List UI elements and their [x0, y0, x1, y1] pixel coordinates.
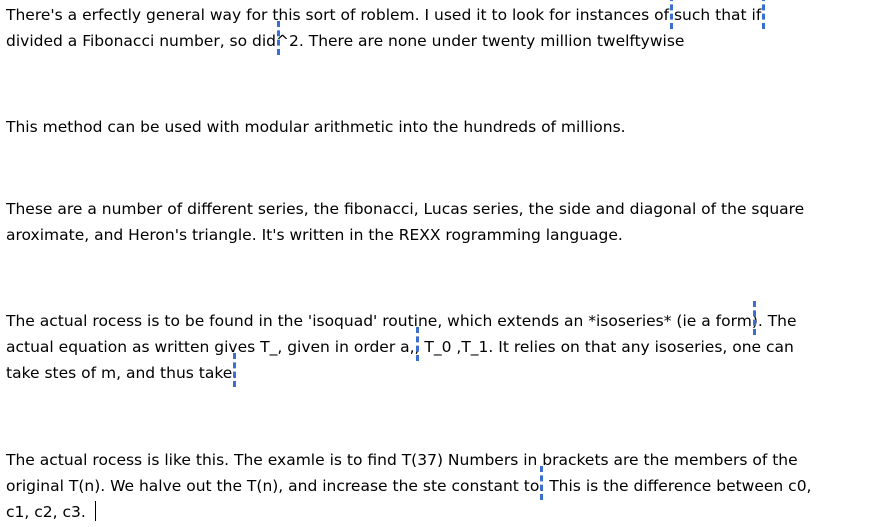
paragraph-5-line-3: c1, c2, c3.: [6, 499, 882, 525]
text-run: The actual rocess is to be found in the …: [6, 312, 752, 330]
text-run: original T(n). We halve out the T(n), an…: [6, 477, 540, 495]
text-run: take stes of m, and thus take: [6, 364, 233, 382]
paragraph-5: The actual rocess is like this. The exam…: [6, 447, 882, 525]
text-run: actual equation as written gives T_, giv…: [6, 338, 415, 356]
paragraph-3-line-1: These are a number of different series, …: [6, 200, 805, 218]
paragraph-1: There's a erfectly general way for this …: [6, 0, 882, 54]
text-run: There's a erfectly general way for this …: [6, 6, 670, 24]
paragraph-4: The actual rocess is to be found in the …: [6, 300, 882, 386]
text-run: , T_0 ,T_1. It relies on that any isoser…: [414, 338, 794, 356]
paragraph-1-line-2: divided a Fibonacci number, so did^2. Th…: [6, 20, 882, 54]
paragraph-3: These are a number of different series, …: [6, 196, 882, 248]
text-run: ). The: [751, 312, 797, 330]
paragraph-4-line-3: take stes of m, and thus take.: [6, 352, 882, 386]
paragraph-2-line-1: This method can be used with modular ari…: [6, 118, 626, 136]
paragraph-4-line-2: actual equation as written gives T_, giv…: [6, 326, 882, 360]
document-page[interactable]: There's a erfectly general way for this …: [0, 0, 884, 527]
text-run: . This is the difference between c0,: [539, 477, 812, 495]
text-cursor: [94, 501, 96, 521]
text-run: c1, c2, c3.: [6, 503, 91, 521]
paragraph-1-line-1: There's a erfectly general way for this …: [6, 0, 882, 28]
paragraph-5-line-2: original T(n). We halve out the T(n), an…: [6, 465, 882, 499]
text-run: such that if: [669, 6, 762, 24]
text-run: ^2. There are none under twenty million …: [276, 32, 685, 50]
paragraph-3-line-2: aroximate, and Heron's triangle. It's wr…: [6, 226, 623, 244]
paragraph-4-line-1: The actual rocess is to be found in the …: [6, 300, 882, 334]
paragraph-2: This method can be used with modular ari…: [6, 114, 882, 140]
paragraph-5-line-1: The actual rocess is like this. The exam…: [6, 451, 798, 469]
text-run: divided a Fibonacci number, so did: [6, 32, 277, 50]
